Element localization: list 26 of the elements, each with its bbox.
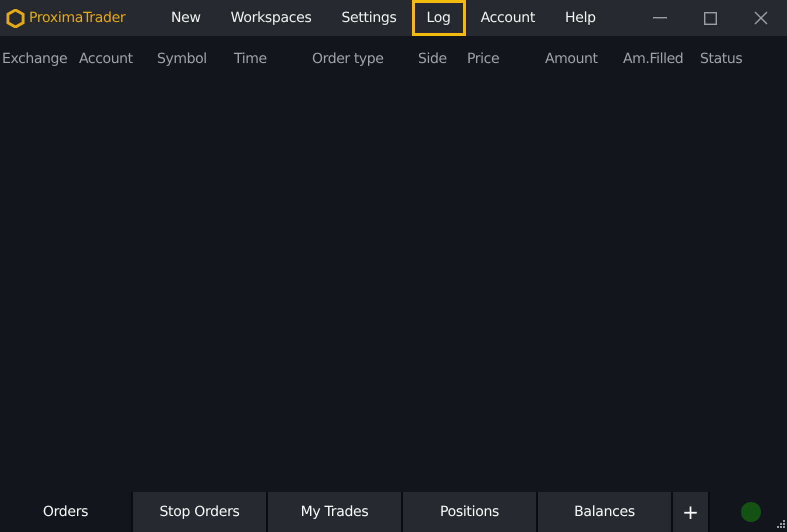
tab[interactable]: Stop Orders bbox=[131, 492, 266, 532]
column-header: Status bbox=[700, 51, 744, 67]
menu-item[interactable]: Log bbox=[412, 0, 466, 36]
add-tab-button[interactable]: + bbox=[671, 492, 710, 532]
hexagon-logo-icon bbox=[6, 8, 25, 28]
tab[interactable]: Positions bbox=[401, 492, 536, 532]
column-header: Symbol bbox=[157, 51, 208, 67]
app-name: ProximaTrader bbox=[29, 10, 126, 26]
column-header: Order type bbox=[312, 51, 385, 67]
column-header: Price bbox=[467, 51, 500, 67]
column-header: Am.Filled bbox=[623, 51, 684, 67]
tab[interactable]: My Trades bbox=[266, 492, 401, 532]
close-icon[interactable] bbox=[754, 11, 768, 25]
menu-item[interactable]: Account bbox=[466, 0, 550, 36]
tab[interactable]: Balances bbox=[536, 492, 671, 532]
column-header: Account bbox=[79, 51, 134, 67]
minimize-icon[interactable] bbox=[653, 17, 667, 19]
menu-item[interactable]: Workspaces bbox=[216, 0, 326, 36]
column-header: Amount bbox=[545, 51, 599, 67]
column-header: Exchange bbox=[2, 51, 68, 67]
column-header: Time bbox=[234, 51, 268, 67]
menu-item[interactable]: New bbox=[156, 0, 216, 36]
maximize-icon[interactable] bbox=[704, 12, 717, 24]
menu-item[interactable]: Settings bbox=[326, 0, 412, 36]
menu-item[interactable]: Help bbox=[550, 0, 611, 36]
column-header: Side bbox=[418, 51, 448, 67]
